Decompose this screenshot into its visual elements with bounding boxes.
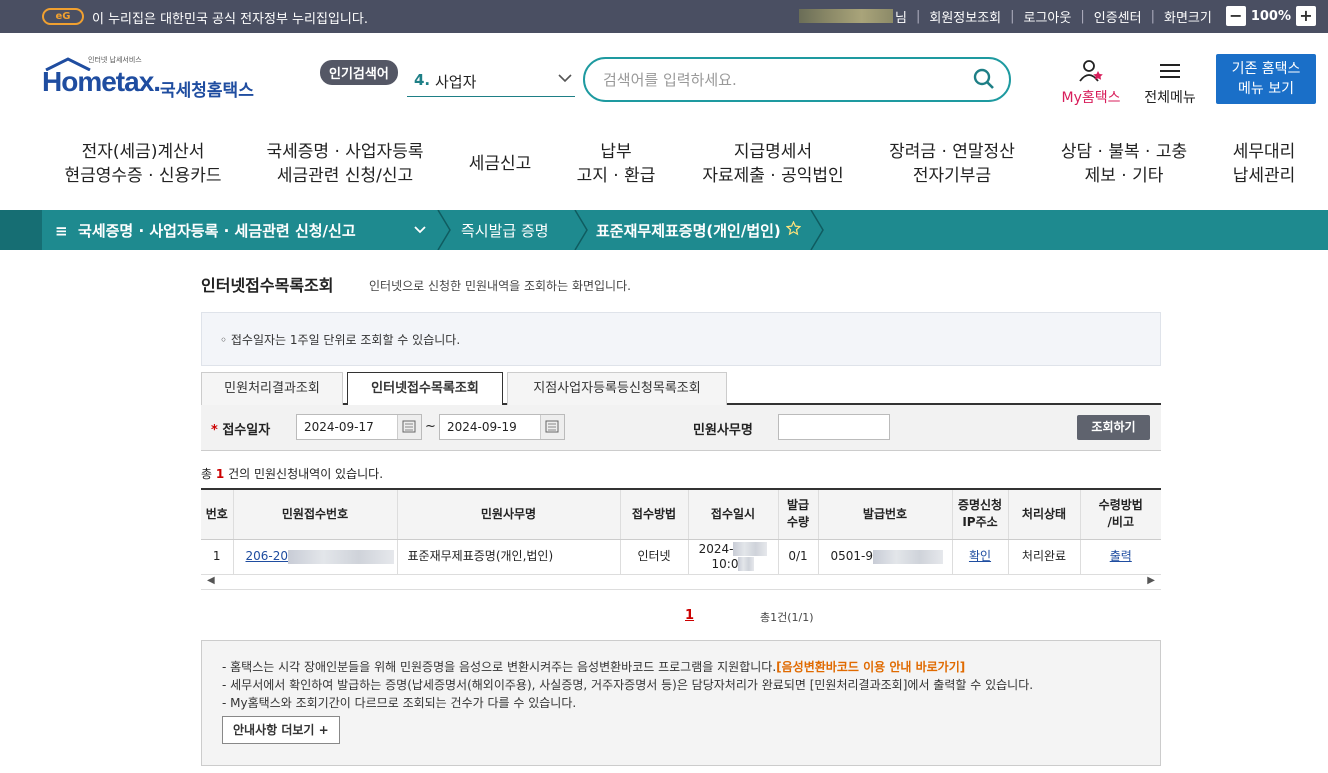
horizontal-scrollbar[interactable]: ◀ ▶: [201, 572, 1161, 590]
page-description: 인터넷으로 신청한 민원내역을 조회하는 화면입니다.: [369, 279, 631, 293]
breadcrumb: ≡ 국세증명 · 사업자등록 · 세금관련 신청/신고 즉시발급 증명 표준재무…: [0, 210, 1328, 250]
search-input[interactable]: 검색어를 입력하세요.: [583, 57, 1011, 102]
table-header-row: 번호 민원접수번호 민원사무명 접수방법 접수일시 발급 수량 발급번호 증명신청 IP주소…: [201, 488, 1161, 540]
notice-box: ◦ 접수일자는 1주일 단위로 조회할 수 있습니다.: [201, 312, 1161, 366]
search-filter: * 접수일자 2024-09-17 ~ 2024-09-19 민원사무명 조회하…: [201, 405, 1161, 451]
zoom-in-button[interactable]: +: [1296, 6, 1316, 26]
screen-size-label: 화면크기: [1163, 10, 1212, 26]
logo-korean: 국세청홈택스: [160, 81, 254, 101]
chevron-down-icon: [558, 74, 572, 83]
search-button[interactable]: 조회하기: [1077, 415, 1150, 440]
info-box: - 홈택스는 시각 장애인분들을 위해 민원증명을 음성으로 변환시켜주는 음성…: [201, 640, 1161, 766]
ip-confirm-link[interactable]: 확인: [969, 549, 991, 563]
service-name-input[interactable]: [778, 414, 890, 440]
nav-incentive[interactable]: 장려금 · 연말정산 전자기부금: [872, 140, 1032, 188]
member-info-link[interactable]: 회원정보조회: [929, 7, 1001, 26]
logout-link[interactable]: 로그아웃: [1024, 7, 1072, 26]
scroll-left-icon[interactable]: ◀: [207, 575, 215, 586]
page-title: 인터넷접수목록조회: [201, 276, 334, 295]
date-to-input[interactable]: 2024-09-19: [439, 414, 565, 440]
top-links: 님 | 회원정보조회 | 로그아웃 | 인증센터 | 화면크기 − 100% +: [799, 6, 1316, 26]
user-icon: [1079, 60, 1103, 82]
voice-barcode-link[interactable]: [음성변환바코드 이용 안내 바로가기]: [776, 660, 965, 674]
zoom-out-button[interactable]: −: [1225, 6, 1246, 26]
nav-tax-agent[interactable]: 세무대리 납세관리: [1218, 140, 1310, 188]
breadcrumb-separator-icon: [810, 210, 824, 250]
gov-notice-text: 이 누리집은 대한민국 공식 전자정부 누리집입니다.: [92, 12, 368, 27]
table-row: 1 206-20 표준재무제표증명(개인,법인) 인터넷 2024- 10:0 0…: [201, 539, 1161, 575]
tab-bar: 민원처리결과조회 인터넷접수목록조회 지점사업자등록등신청목록조회: [201, 372, 1161, 407]
main-nav: 전자(세금)계산서 현금영수증 · 신용카드 국세증명 · 사업자등록 세금관련 신…: [0, 140, 1328, 190]
hometax-logo[interactable]: 인터넷 납세서비스 Hometax. 국세청홈택스: [42, 53, 262, 109]
tab-result[interactable]: 민원처리결과조회: [201, 372, 343, 405]
tab-internet-list[interactable]: 인터넷접수목록조회: [347, 372, 503, 407]
cert-center-link[interactable]: 인증센터: [1094, 7, 1142, 26]
chevron-down-icon[interactable]: [413, 220, 427, 240]
date-label: 접수일자: [222, 423, 271, 438]
nav-e-invoice[interactable]: 전자(세금)계산서 현금영수증 · 신용카드: [48, 140, 238, 188]
nav-payment[interactable]: 납부 고지 · 환급: [560, 140, 672, 188]
tab-branch-list[interactable]: 지점사업자등록등신청목록조회: [507, 372, 727, 405]
nav-statements[interactable]: 지급명세서 자료제출 · 공익법인: [690, 140, 856, 188]
breadcrumb-item-current: 표준재무제표증명(개인/법인): [596, 220, 802, 241]
page-total: 총1건(1/1): [760, 611, 814, 624]
user-name-blurred: [799, 9, 893, 23]
print-link[interactable]: 출력: [1110, 549, 1132, 563]
calendar-icon[interactable]: [397, 415, 421, 439]
popular-search-badge: 인기검색어: [320, 60, 398, 85]
site-header: 인터넷 납세서비스 Hometax. 국세청홈택스 인기검색어 4. 사업자 검…: [0, 33, 1328, 123]
page-number[interactable]: 1: [685, 608, 694, 623]
result-count: 총 1 건의 민원신청내역이 있습니다.: [201, 467, 384, 481]
result-table: 번호 민원접수번호 민원사무명 접수방법 접수일시 발급 수량 발급번호 증명신청 IP주소…: [201, 488, 1161, 575]
popular-keyword-select[interactable]: 4. 사업자: [407, 64, 575, 97]
receipt-number-link[interactable]: 206-20: [246, 549, 289, 563]
gov-banner: eG 이 누리집은 대한민국 공식 전자정부 누리집입니다. 님 | 회원정보조…: [0, 0, 1328, 33]
date-from-input[interactable]: 2024-09-17: [296, 414, 422, 440]
star-favorite-icon[interactable]: [785, 220, 802, 236]
scroll-right-icon[interactable]: ▶: [1147, 575, 1155, 586]
logo-wordmark: Hometax.: [42, 66, 161, 97]
nav-tax-filing[interactable]: 세금신고: [452, 152, 548, 176]
more-info-button[interactable]: 안내사항 더보기 +: [222, 716, 340, 744]
nav-certificates[interactable]: 국세증명 · 사업자등록 세금관련 신청/신고: [250, 140, 440, 188]
hamburger-icon: [1160, 64, 1180, 78]
breadcrumb-item-category[interactable]: 국세증명 · 사업자등록 · 세금관련 신청/신고: [78, 222, 356, 240]
calendar-icon[interactable]: [540, 415, 564, 439]
egov-logo-icon: eG: [42, 8, 84, 25]
search-icon[interactable]: [973, 68, 995, 90]
zoom-value: 100%: [1250, 8, 1291, 24]
breadcrumb-separator-icon: [574, 210, 588, 250]
nav-consulting[interactable]: 상담 · 불복 · 고충 제보 · 기타: [1046, 140, 1202, 188]
my-hometax-button[interactable]: My홈택스: [1056, 59, 1126, 107]
user-suffix: 님: [895, 10, 907, 26]
breadcrumb-item-instant[interactable]: 즉시발급 증명: [461, 220, 549, 241]
old-hometax-menu-button[interactable]: 기존 홈택스 메뉴 보기: [1216, 54, 1316, 104]
all-menu-button[interactable]: 전체메뉴: [1138, 59, 1202, 107]
breadcrumb-separator-icon: [437, 210, 451, 250]
breadcrumb-menu-icon[interactable]: ≡ 국세증명 · 사업자등록 · 세금관련 신청/신고: [55, 220, 356, 241]
name-label: 민원사무명: [693, 423, 753, 438]
